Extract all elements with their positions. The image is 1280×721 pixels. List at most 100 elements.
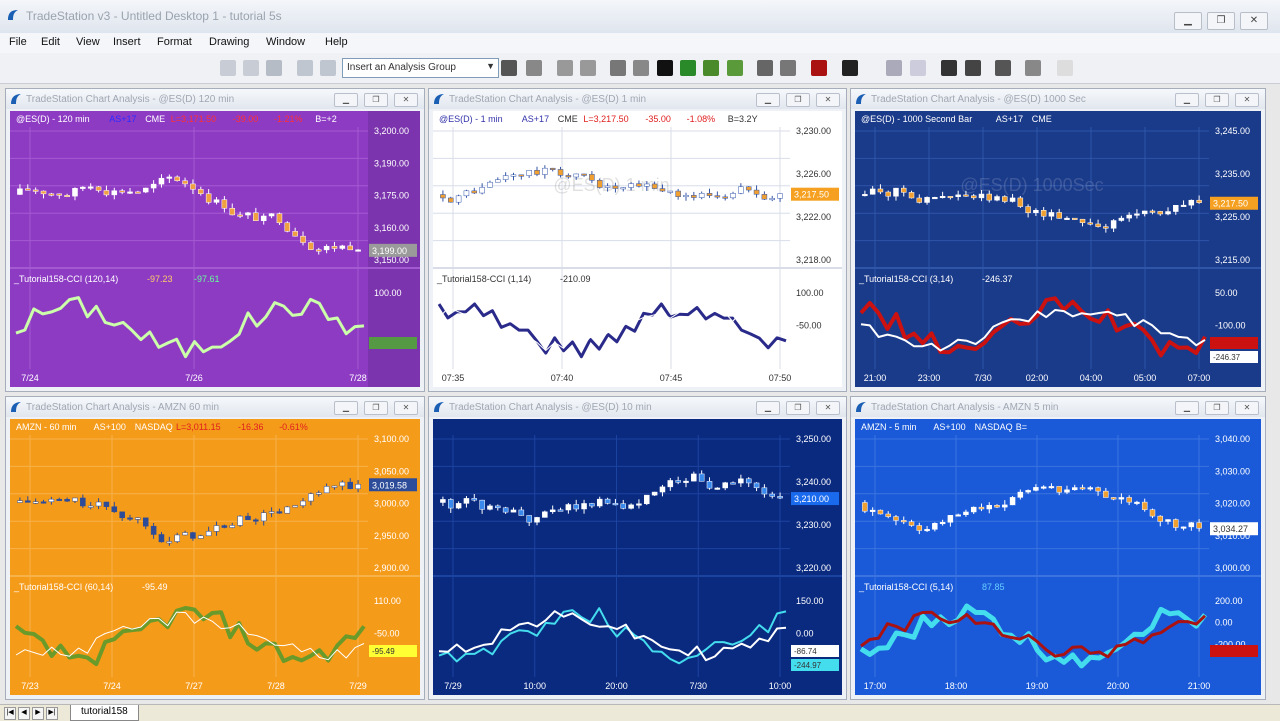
chart-header-item: -1.21%: [274, 114, 303, 124]
chart-header-item: NASDAQ: [135, 422, 173, 432]
price-candle: [1165, 519, 1171, 522]
price-candle: [1009, 197, 1016, 202]
time-tick-label: 02:00: [1026, 373, 1049, 383]
last-price-label: 3,210.00: [794, 494, 829, 504]
price-candle: [581, 173, 587, 176]
price-candle: [471, 498, 478, 501]
last-price-label: 3,217.50: [794, 190, 829, 200]
price-candle: [698, 193, 705, 198]
bar-chart-icon[interactable]: [501, 60, 517, 76]
analysis-group-select[interactable]: Insert an Analysis Group ▼: [342, 58, 499, 78]
price-candle: [722, 196, 728, 199]
chart-header-item: AS+17: [996, 114, 1023, 124]
chart-icon[interactable]: [220, 60, 236, 76]
style-icon[interactable]: [610, 60, 626, 76]
crosshair-icon[interactable]: [965, 60, 981, 76]
price-candle: [581, 503, 587, 510]
strategy-icon[interactable]: [580, 60, 596, 76]
chart-window-2[interactable]: TradeStation Chart Analysis - @ES(D) 1 m…: [428, 88, 847, 392]
chart-header-item: L=3,011.15: [176, 422, 221, 432]
maximize-button[interactable]: ❐: [1207, 12, 1235, 30]
print-icon[interactable]: [1025, 60, 1041, 76]
price-candle: [769, 493, 775, 497]
price-candle: [339, 481, 346, 487]
price-candle: [620, 187, 627, 190]
price-candle: [221, 525, 228, 528]
chart-window-3[interactable]: TradeStation Chart Analysis - @ES(D) 100…: [850, 88, 1266, 392]
format-icon[interactable]: [526, 60, 542, 76]
menu-drawing[interactable]: Drawing: [209, 36, 249, 48]
price-candle: [667, 480, 674, 488]
settings-icon[interactable]: [995, 60, 1011, 76]
close-button[interactable]: ✕: [1240, 12, 1268, 30]
chart-background: [855, 419, 1209, 695]
ohlc-icon[interactable]: [727, 60, 743, 76]
price-candle: [761, 487, 768, 495]
bar-type-icon[interactable]: [633, 60, 649, 76]
menu-file[interactable]: File: [9, 36, 27, 48]
chart-header-item: CME: [558, 114, 578, 124]
pointer-icon[interactable]: [941, 60, 957, 76]
price-candle: [463, 498, 470, 504]
menu-insert[interactable]: Insert: [113, 36, 141, 48]
zoom-in-icon[interactable]: [886, 60, 902, 76]
candle-black-icon[interactable]: [657, 60, 673, 76]
price-candle: [1033, 209, 1039, 213]
chart-window-6[interactable]: TradeStation Chart Analysis - AMZN 5 min…: [850, 396, 1266, 700]
price-candle: [526, 170, 532, 176]
price-candle: [924, 197, 930, 203]
next-tab-button[interactable]: ▶: [32, 707, 44, 720]
chart-window-1[interactable]: TradeStation Chart Analysis - @ES(D) 120…: [5, 88, 425, 392]
price-tick-label: 3,218.00: [796, 255, 831, 265]
price-candle: [111, 190, 118, 196]
price-candle: [48, 193, 55, 196]
first-tab-button[interactable]: |◀: [4, 707, 16, 720]
refresh-icon[interactable]: [320, 60, 336, 76]
price-candle: [1040, 486, 1047, 489]
prev-tab-button[interactable]: ◀: [18, 707, 30, 720]
menu-format[interactable]: Format: [157, 36, 192, 48]
price-candle: [174, 534, 180, 542]
background-icon[interactable]: [842, 60, 858, 76]
price-candle: [714, 195, 721, 198]
color-icon[interactable]: [811, 60, 827, 76]
table-icon[interactable]: [266, 60, 282, 76]
dot-icon[interactable]: [780, 60, 796, 76]
menu-help[interactable]: Help: [325, 36, 348, 48]
indicator-tick-label: -50.00: [796, 321, 822, 331]
time-tick-label: 7/29: [349, 681, 367, 691]
price-candle: [978, 193, 985, 199]
indicator-value: 87.85: [982, 582, 1005, 592]
price-tick-label: 3,000.00: [1215, 563, 1250, 573]
price-candle: [300, 235, 306, 243]
line-icon[interactable]: [757, 60, 773, 76]
price-candle: [510, 174, 517, 177]
price-candle: [510, 509, 517, 513]
chart-window-5[interactable]: TradeStation Chart Analysis - @ES(D) 10 …: [428, 396, 847, 700]
menu-view[interactable]: View: [76, 36, 100, 48]
chart-svg: AMZN - 60 min AS+100 NASDAQ L=3,011.15 -16.3…: [10, 419, 420, 695]
candle-green-icon[interactable]: [680, 60, 696, 76]
menu-edit[interactable]: Edit: [41, 36, 60, 48]
menu-window[interactable]: Window: [266, 36, 305, 48]
price-candle: [463, 190, 470, 197]
chart-window-4[interactable]: TradeStation Chart Analysis - AMZN 60 mi…: [5, 396, 425, 700]
minimize-button[interactable]: ▁: [1174, 12, 1202, 30]
last-tab-button[interactable]: ▶|: [46, 707, 58, 720]
zoom-out-icon[interactable]: [910, 60, 926, 76]
indicator-icon[interactable]: [557, 60, 573, 76]
candlestick-icon[interactable]: [703, 60, 719, 76]
price-candle: [1126, 497, 1132, 503]
chart-header-item: AS+17: [522, 114, 549, 124]
indicator-value-tag: [369, 337, 417, 349]
help-icon[interactable]: [1057, 60, 1073, 76]
price-candle: [862, 194, 868, 197]
grid-icon[interactable]: [243, 60, 259, 76]
price-candle: [455, 195, 462, 203]
price-candle: [292, 231, 298, 237]
indicator-tick-label: 100.00: [796, 288, 824, 298]
price-candle: [323, 246, 330, 251]
tools-icon[interactable]: [297, 60, 313, 76]
desktop-tab[interactable]: tutorial158: [70, 705, 139, 721]
price-candle: [939, 196, 946, 199]
